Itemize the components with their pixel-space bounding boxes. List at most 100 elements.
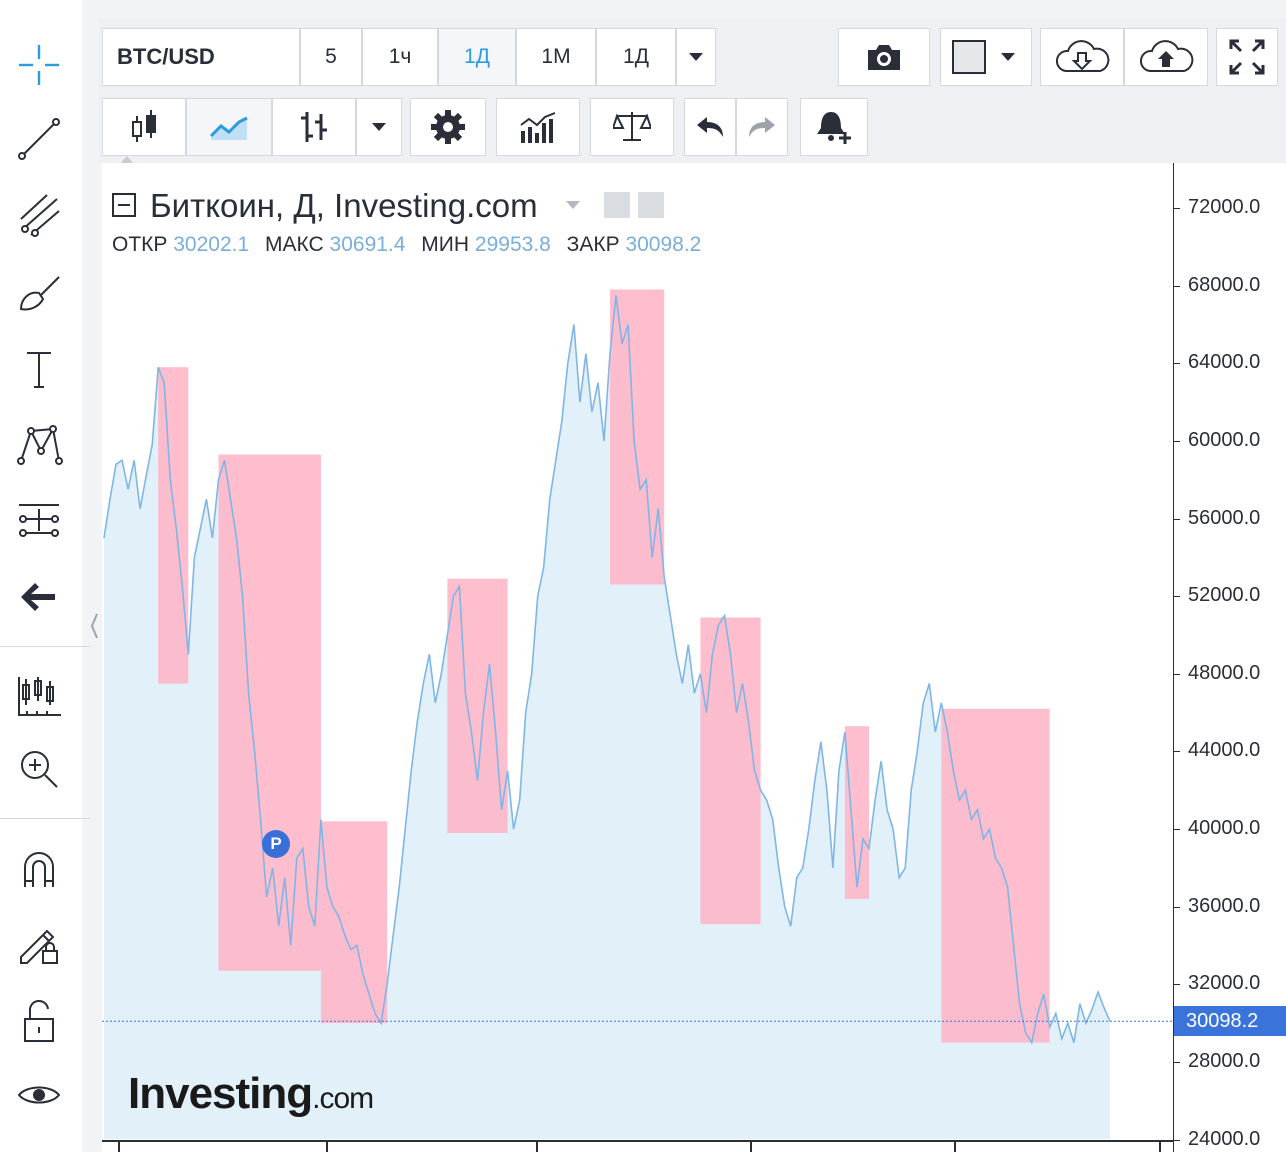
interval-5m[interactable]: 5 (300, 28, 362, 86)
low-label: МИН (421, 233, 470, 256)
price-axis-tick (1174, 673, 1180, 675)
interval-label: 5 (325, 45, 337, 68)
scales-icon (613, 112, 651, 141)
price-axis[interactable]: 30098.2 24000.0 28000.0 32000.0 36000.0 4000… (1173, 163, 1286, 1152)
interval-1h[interactable]: 1ч (362, 28, 438, 86)
compare-button[interactable] (590, 98, 674, 156)
indicators-button[interactable] (496, 98, 580, 156)
open-label: ОТКР (112, 233, 168, 256)
high-label: МАКС (265, 233, 324, 256)
highlight-zone-2 (218, 454, 321, 971)
interval-1d-active[interactable]: 1Д (438, 28, 516, 86)
visibility-icon[interactable] (604, 192, 630, 218)
price-area-chart (102, 289, 1173, 1152)
price-axis-tick (1174, 906, 1180, 908)
bell-plus-icon (817, 112, 851, 144)
candles-button[interactable] (102, 98, 186, 156)
unlock-icon[interactable] (10, 992, 68, 1050)
download-cloud-button[interactable] (1040, 28, 1124, 86)
investing-logo: Investing.com (128, 1069, 374, 1118)
area-chart-button-active[interactable] (186, 98, 272, 156)
open-value: 30202.1 (173, 233, 250, 256)
price-axis-label: 32000.0 (1188, 972, 1261, 995)
measure-icon[interactable] (10, 492, 68, 550)
close-value: 30098.2 (625, 233, 702, 256)
symbol-selector[interactable]: BTC/USD (102, 28, 300, 86)
interval-1m[interactable]: 1М (516, 28, 596, 86)
add-alert-button[interactable] (800, 98, 868, 156)
lock-drawing-icon[interactable] (10, 914, 68, 972)
fullscreen-icon (1229, 39, 1265, 75)
series-settings-icon[interactable] (638, 192, 664, 218)
brush-icon[interactable] (10, 264, 68, 322)
redo-button[interactable] (736, 98, 788, 156)
price-axis-tick (1174, 518, 1180, 520)
last-price-tag: 30098.2 (1174, 1006, 1286, 1037)
event-marker[interactable]: P (262, 830, 290, 858)
price-axis-tick (1174, 208, 1180, 209)
price-axis-label: 28000.0 (1188, 1050, 1261, 1072)
cloud-upload-icon (1140, 40, 1194, 72)
interval-label: 1М (541, 45, 571, 68)
pattern-icon[interactable] (10, 414, 68, 472)
price-axis-tick (1174, 596, 1180, 598)
ohlc-legend: ОТКР 30202.1 МАКС 30691.4 МИН 29953.8 ЗА… (112, 233, 711, 257)
pitchfork-icon[interactable] (10, 186, 68, 244)
chart-pane[interactable]: Биткоин, Д, Investing.com ОТКР 30202.1 М… (102, 163, 1173, 1152)
chevron-down-icon (689, 53, 703, 61)
fullscreen-button[interactable] (1216, 28, 1278, 86)
highlight-zone-5 (610, 289, 665, 585)
highlight-zone-6 (700, 617, 761, 925)
interval-dropdown[interactable] (676, 28, 716, 86)
back-arrow-icon[interactable] (10, 568, 68, 626)
crosshair-icon[interactable] (10, 36, 68, 94)
price-axis-label: 72000.0 (1188, 196, 1261, 218)
undo-icon (697, 117, 723, 137)
collapse-legend-icon[interactable] (112, 193, 136, 217)
settings-button[interactable] (410, 98, 486, 156)
magnet-icon[interactable] (10, 840, 68, 898)
eye-icon[interactable] (10, 1066, 68, 1124)
price-axis-label: 68000.0 (1188, 273, 1261, 296)
interval-label: 1ч (388, 45, 412, 68)
high-value: 30691.4 (329, 233, 406, 256)
redo-icon (749, 117, 775, 137)
ohlc-bars-icon (301, 112, 327, 142)
upload-cloud-button[interactable] (1124, 28, 1208, 86)
highlight-zone-1 (158, 367, 189, 684)
chevron-down-icon[interactable] (566, 201, 580, 209)
price-axis-label: 52000.0 (1188, 584, 1261, 607)
area-chart-icon (209, 116, 248, 140)
interval-1d[interactable]: 1Д (596, 28, 676, 86)
sidebar-collapse-handle[interactable] (90, 612, 98, 640)
trend-line-icon[interactable] (10, 110, 68, 168)
price-axis-tick (1174, 440, 1180, 442)
price-axis-label: 44000.0 (1188, 739, 1261, 762)
price-axis-tick (1174, 285, 1180, 287)
price-axis-label: 24000.0 (1188, 1127, 1261, 1150)
indicators-icon (520, 112, 556, 143)
camera-icon (868, 45, 900, 70)
bars-button[interactable] (272, 98, 356, 156)
chart-color-selector[interactable] (940, 28, 1032, 86)
zoom-in-icon[interactable] (10, 740, 68, 798)
price-axis-tick (1174, 751, 1180, 753)
highlight-zone-8 (941, 708, 1050, 1043)
top-toolbar: BTC/USD 5 1ч 1Д 1М 1Д (98, 18, 1286, 164)
price-axis-tick (1174, 1062, 1180, 1063)
highlight-zone-7 (844, 726, 869, 899)
price-axis-label: 64000.0 (1188, 351, 1261, 374)
highlight-zone-3 (320, 821, 388, 1024)
chevron-down-icon (372, 123, 386, 131)
price-axis-label: 56000.0 (1188, 506, 1261, 529)
text-icon[interactable] (10, 340, 68, 398)
undo-button[interactable] (684, 98, 736, 156)
sidebar-divider (0, 818, 90, 819)
screenshot-button[interactable] (838, 28, 930, 86)
price-axis-tick (1174, 984, 1180, 986)
chart-type-dropdown[interactable] (356, 98, 402, 156)
price-axis-tick (1174, 363, 1180, 365)
gear-icon (431, 110, 465, 144)
price-axis-label: 60000.0 (1188, 428, 1261, 451)
ruler-icon[interactable] (10, 668, 68, 726)
